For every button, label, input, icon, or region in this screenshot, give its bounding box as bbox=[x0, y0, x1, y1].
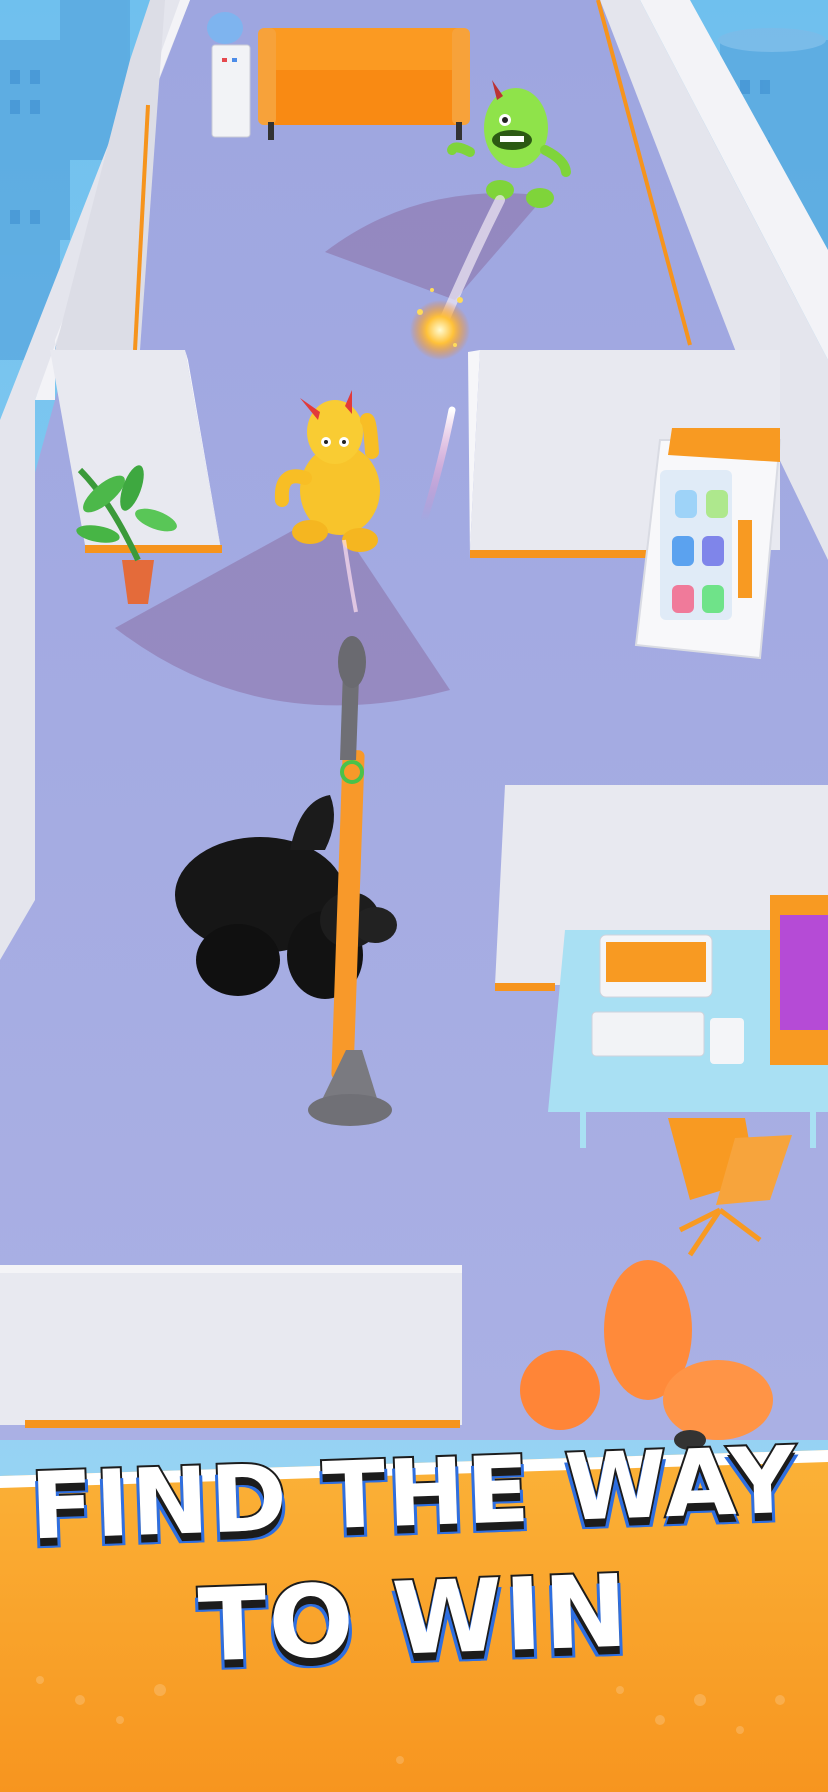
cubicle-wall-bottom bbox=[0, 1265, 462, 1428]
vending-machine-icon bbox=[634, 428, 782, 660]
computer-desk-icon bbox=[548, 895, 828, 1148]
orange-sofa-icon bbox=[258, 28, 470, 140]
